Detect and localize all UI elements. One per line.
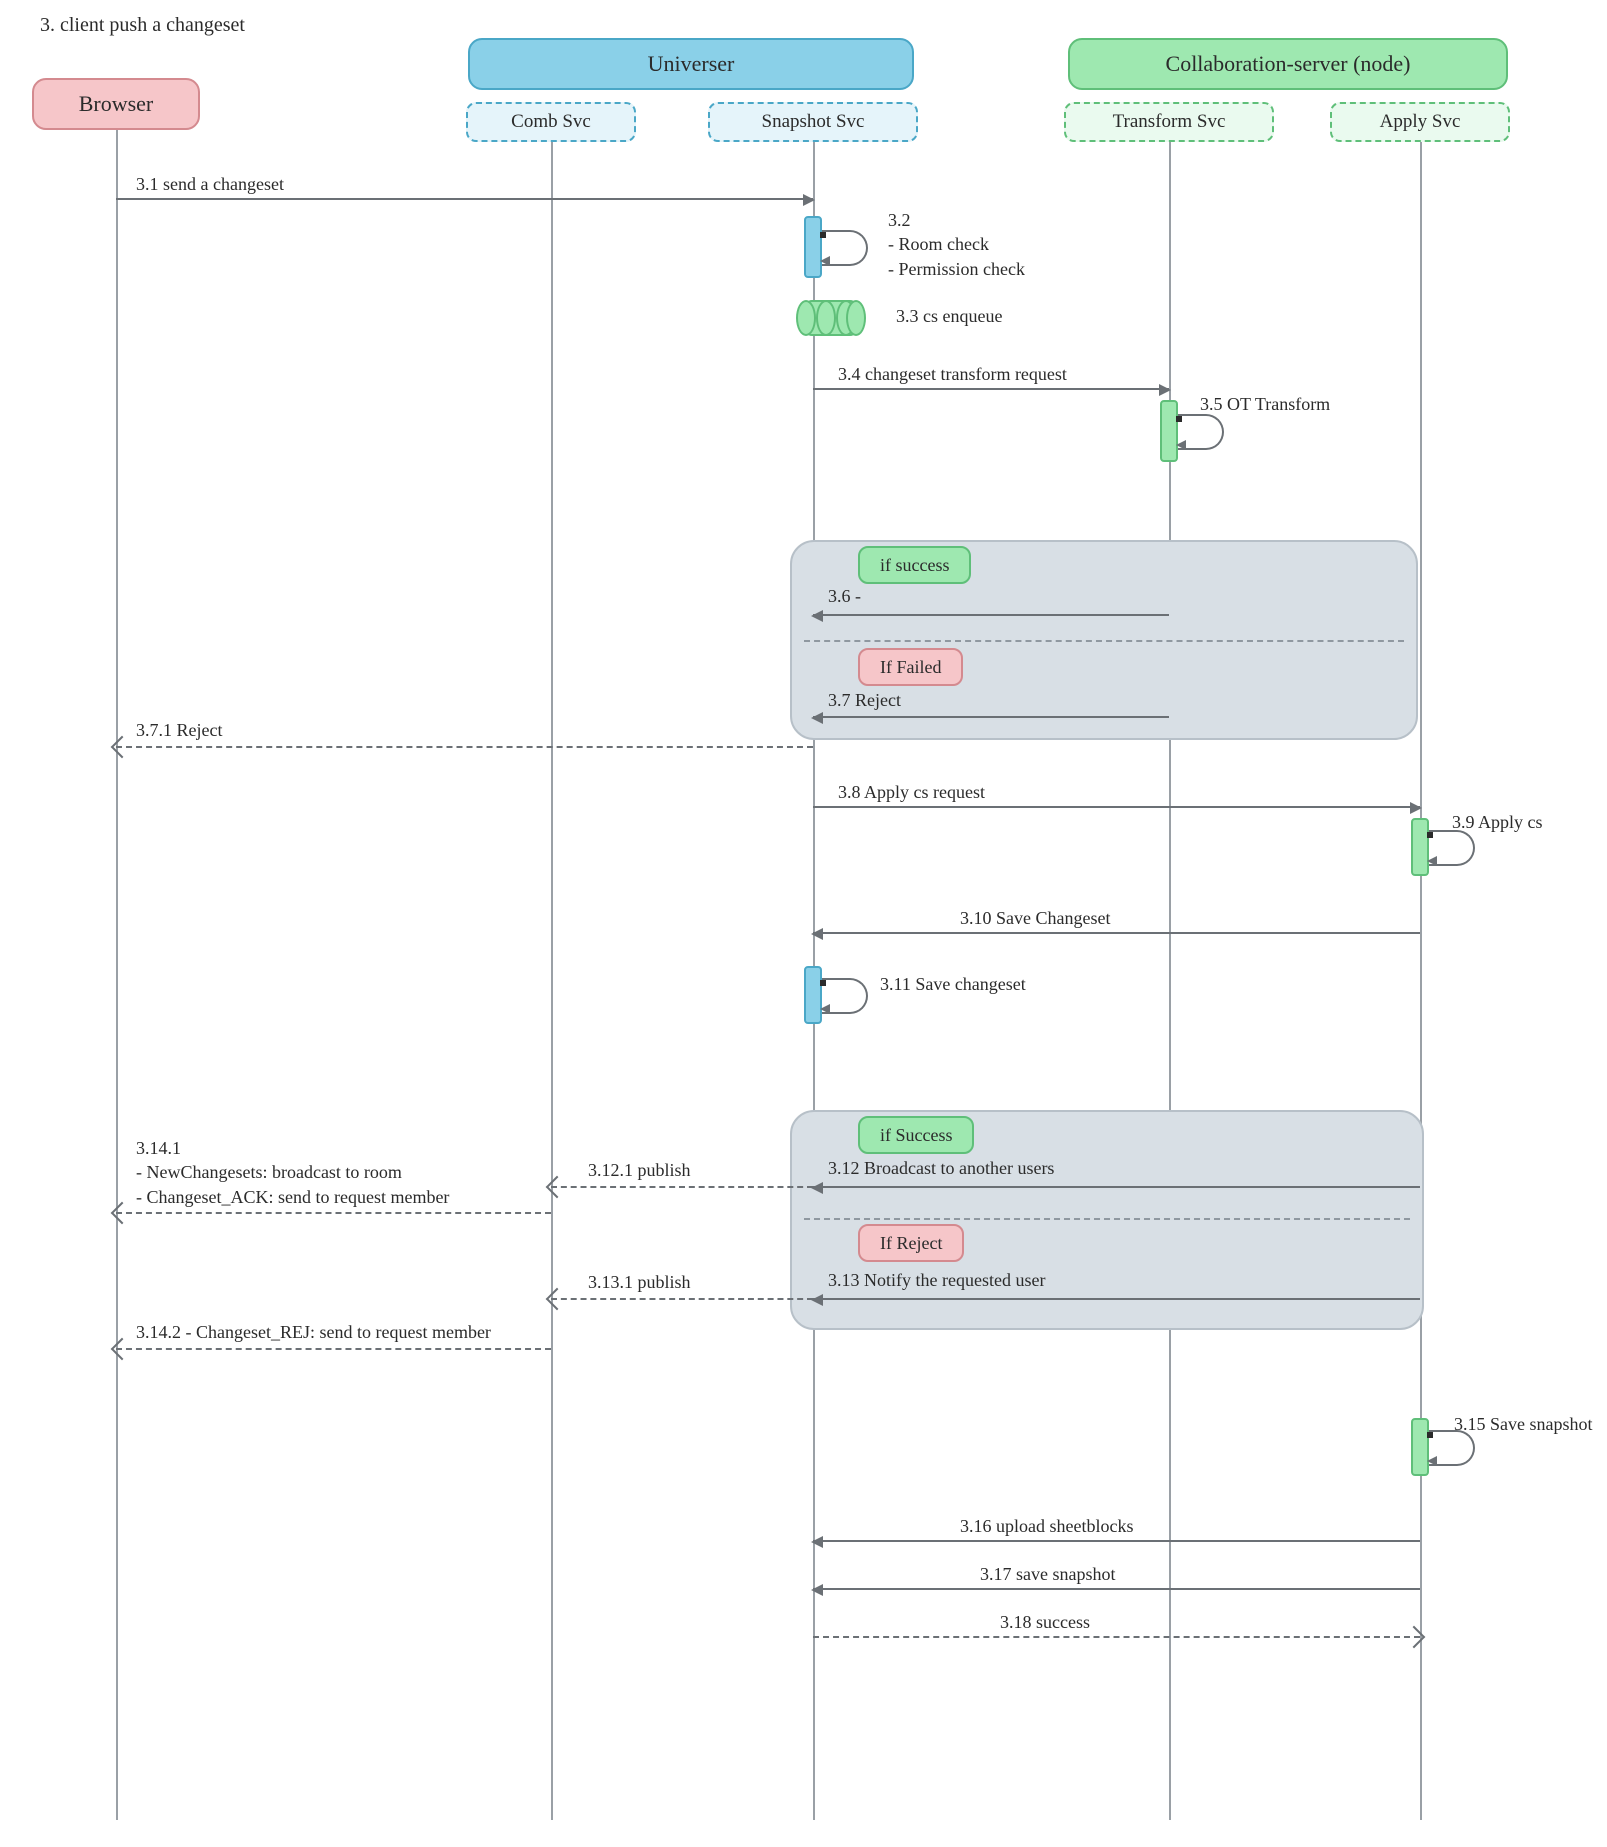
sub-transform: Transform Svc	[1064, 102, 1274, 142]
label-3-2-num: 3.2	[888, 210, 911, 230]
tag-if-success-2-label: if Success	[880, 1125, 952, 1146]
label-3-2-l1: - Room check	[888, 234, 989, 254]
tag-if-reject-2-label: If Reject	[880, 1233, 942, 1254]
arrow-3-13-1	[551, 1298, 813, 1300]
participant-univerServer: Universer	[468, 38, 914, 90]
label-3-16: 3.16 upload sheetblocks	[960, 1516, 1133, 1537]
sub-comb-label: Comb Svc	[511, 111, 591, 133]
participant-browser-label: Browser	[79, 91, 154, 117]
arrow-3-10	[813, 932, 1420, 934]
participant-browser: Browser	[32, 78, 200, 130]
label-3-17: 3.17 save snapshot	[980, 1564, 1115, 1585]
arrow-3-7-1	[116, 746, 813, 748]
label-3-12: 3.12 Broadcast to another users	[828, 1158, 1054, 1179]
sequence-diagram: 3. client push a changeset Browser Unive…	[0, 0, 1607, 1847]
label-3-14-1-l2: - Changeset_ACK: send to request member	[136, 1187, 449, 1207]
lifeline-apply	[1420, 142, 1422, 1820]
arrow-3-6	[813, 614, 1169, 616]
tag-if-failed-1-label: If Failed	[880, 657, 941, 678]
sub-snapshot: Snapshot Svc	[708, 102, 918, 142]
tag-if-success-1-label: if success	[880, 555, 949, 576]
label-3-10: 3.10 Save Changeset	[960, 908, 1110, 929]
lifeline-browser	[116, 130, 118, 1820]
arrow-3-18	[813, 1636, 1420, 1638]
arrow-3-17	[813, 1588, 1420, 1590]
label-3-11: 3.11 Save changeset	[880, 974, 1026, 995]
arrow-3-14-2	[116, 1348, 551, 1350]
label-3-14-2: 3.14.2 - Changeset_REJ: send to request …	[136, 1322, 491, 1343]
label-3-2: 3.2 - Room check - Permission check	[888, 208, 1108, 281]
label-3-9: 3.9 Apply cs	[1452, 812, 1543, 833]
label-3-1: 3.1 send a changeset	[136, 174, 284, 195]
label-3-12-1: 3.12.1 publish	[588, 1160, 691, 1181]
participant-collabServer: Collaboration-server (node)	[1068, 38, 1508, 90]
arrow-3-13	[813, 1298, 1420, 1300]
label-3-13-1: 3.13.1 publish	[588, 1272, 691, 1293]
label-3-13: 3.13 Notify the requested user	[828, 1270, 1045, 1291]
participant-collabServer-label: Collaboration-server (node)	[1166, 51, 1411, 77]
sub-comb: Comb Svc	[466, 102, 636, 142]
label-3-3: 3.3 cs enqueue	[896, 306, 1002, 327]
activation-3-9	[1411, 818, 1429, 876]
label-3-15: 3.15 Save snapshot	[1454, 1414, 1593, 1435]
sub-apply: Apply Svc	[1330, 102, 1510, 142]
label-3-14-1: 3.14.1 - NewChangesets: broadcast to roo…	[136, 1136, 556, 1209]
diagram-title: 3. client push a changeset	[40, 14, 245, 37]
label-3-4: 3.4 changeset transform request	[838, 364, 1067, 385]
arrow-3-14-1	[116, 1212, 551, 1214]
activation-3-2	[804, 216, 822, 278]
queue-3-3	[796, 300, 866, 336]
selfloop-3-15	[1429, 1430, 1475, 1466]
label-3-5: 3.5 OT Transform	[1200, 394, 1330, 415]
arrow-3-12-1	[551, 1186, 813, 1188]
sub-apply-label: Apply Svc	[1380, 111, 1461, 133]
label-3-2-l2: - Permission check	[888, 259, 1025, 279]
selfloop-3-2	[822, 230, 868, 266]
tag-if-failed-1: If Failed	[858, 648, 963, 686]
arrow-3-4	[813, 388, 1169, 390]
selfloop-3-5	[1178, 414, 1224, 450]
activation-3-11	[804, 966, 822, 1024]
arrow-3-1	[116, 198, 813, 200]
activation-3-15	[1411, 1418, 1429, 1476]
label-3-14-1-num: 3.14.1	[136, 1138, 181, 1158]
label-3-14-1-l1: - NewChangesets: broadcast to room	[136, 1162, 402, 1182]
arrow-3-12	[813, 1186, 1420, 1188]
label-3-6: 3.6 -	[828, 586, 861, 607]
arrow-3-16	[813, 1540, 1420, 1542]
selfloop-3-11	[822, 978, 868, 1014]
tag-if-reject-2: If Reject	[858, 1224, 964, 1262]
participant-univerServer-label: Universer	[648, 51, 735, 77]
sub-snapshot-label: Snapshot Svc	[762, 111, 865, 133]
activation-3-5	[1160, 400, 1178, 462]
tag-if-success-2: if Success	[858, 1116, 974, 1154]
arrow-3-7	[813, 716, 1169, 718]
arrow-3-8	[813, 806, 1420, 808]
label-3-7-1: 3.7.1 Reject	[136, 720, 222, 741]
label-3-8: 3.8 Apply cs request	[838, 782, 985, 803]
sub-transform-label: Transform Svc	[1113, 111, 1226, 133]
label-3-7: 3.7 Reject	[828, 690, 901, 711]
selfloop-3-9	[1429, 830, 1475, 866]
tag-if-success-1: if success	[858, 546, 971, 584]
label-3-18: 3.18 success	[1000, 1612, 1090, 1633]
lifeline-comb	[551, 142, 553, 1820]
